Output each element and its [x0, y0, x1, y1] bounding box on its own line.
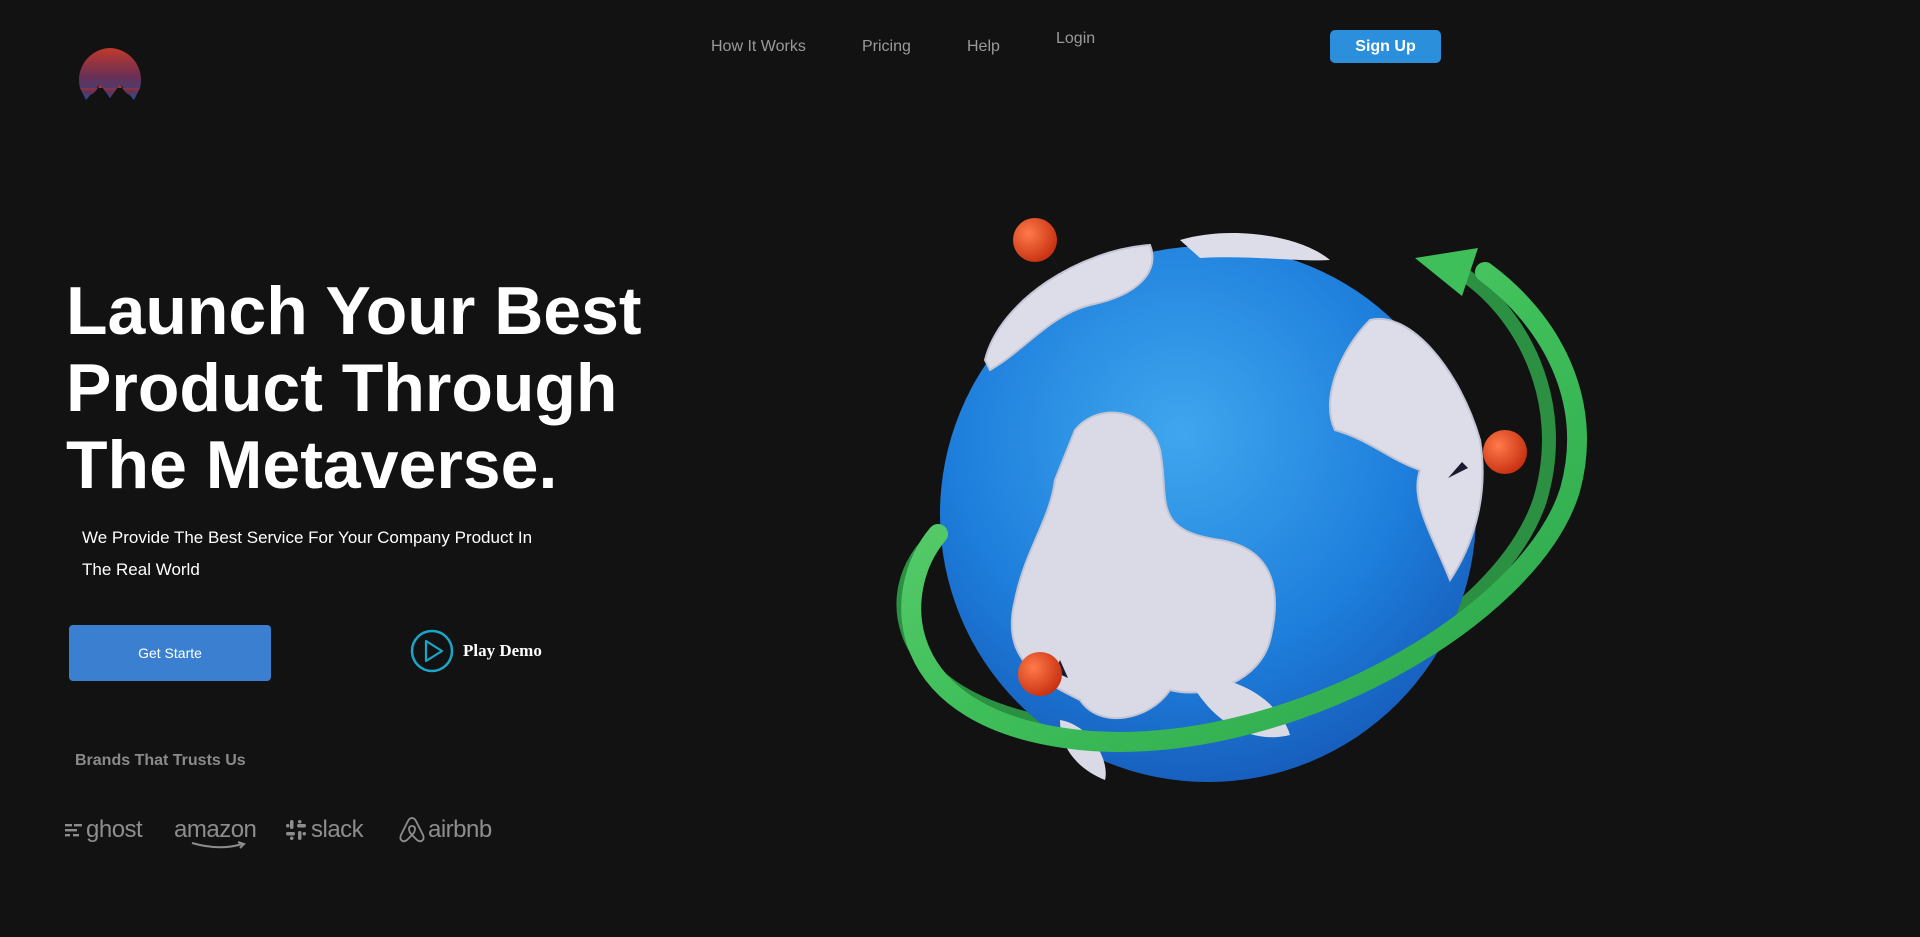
brand-logo-slack: slack [285, 812, 364, 848]
play-demo-button[interactable]: Play Demo [410, 629, 542, 673]
amazon-smile-icon [191, 841, 246, 849]
nav-how-it-works[interactable]: How It Works [711, 38, 806, 56]
brand-logo-ghost: ghost [65, 812, 143, 848]
nav-pricing[interactable]: Pricing [862, 38, 911, 56]
globe-illustration [896, 218, 1587, 782]
brand-name: ghost [86, 816, 143, 843]
get-started-button[interactable]: Get Starte [69, 625, 271, 681]
brand-name: airbnb [428, 816, 492, 843]
brand-logo-amazon: amazon [174, 812, 257, 849]
hero-title-line: Launch Your Best [66, 273, 642, 349]
nav-login[interactable]: Login [1056, 30, 1095, 48]
play-demo-label[interactable]: Play Demo [463, 641, 542, 661]
hero-subtitle-line: We Provide The Best Service For Your Com… [82, 528, 533, 547]
logo-icon[interactable] [76, 46, 144, 114]
play-circle-icon[interactable] [410, 629, 454, 673]
airbnb-icon [399, 817, 425, 843]
brand-name: amazon [174, 816, 257, 843]
sign-up-button[interactable]: Sign Up [1330, 30, 1441, 63]
brand-logo-airbnb: airbnb [399, 812, 492, 848]
brands-title: Brands That Trusts Us [75, 752, 246, 769]
hero-subtitle-line: The Real World [82, 560, 200, 579]
nav-help[interactable]: Help [967, 38, 1000, 56]
hero-subtitle: We Provide The Best Service For Your Com… [82, 522, 582, 586]
ghost-icon [65, 824, 82, 837]
hero-title: Launch Your Best Product Through The Met… [66, 273, 686, 504]
hero-title-line: Product Through [66, 350, 618, 426]
hero-title-line: The Metaverse. [66, 427, 558, 503]
slack-icon [286, 820, 306, 840]
brand-name: slack [311, 816, 364, 843]
